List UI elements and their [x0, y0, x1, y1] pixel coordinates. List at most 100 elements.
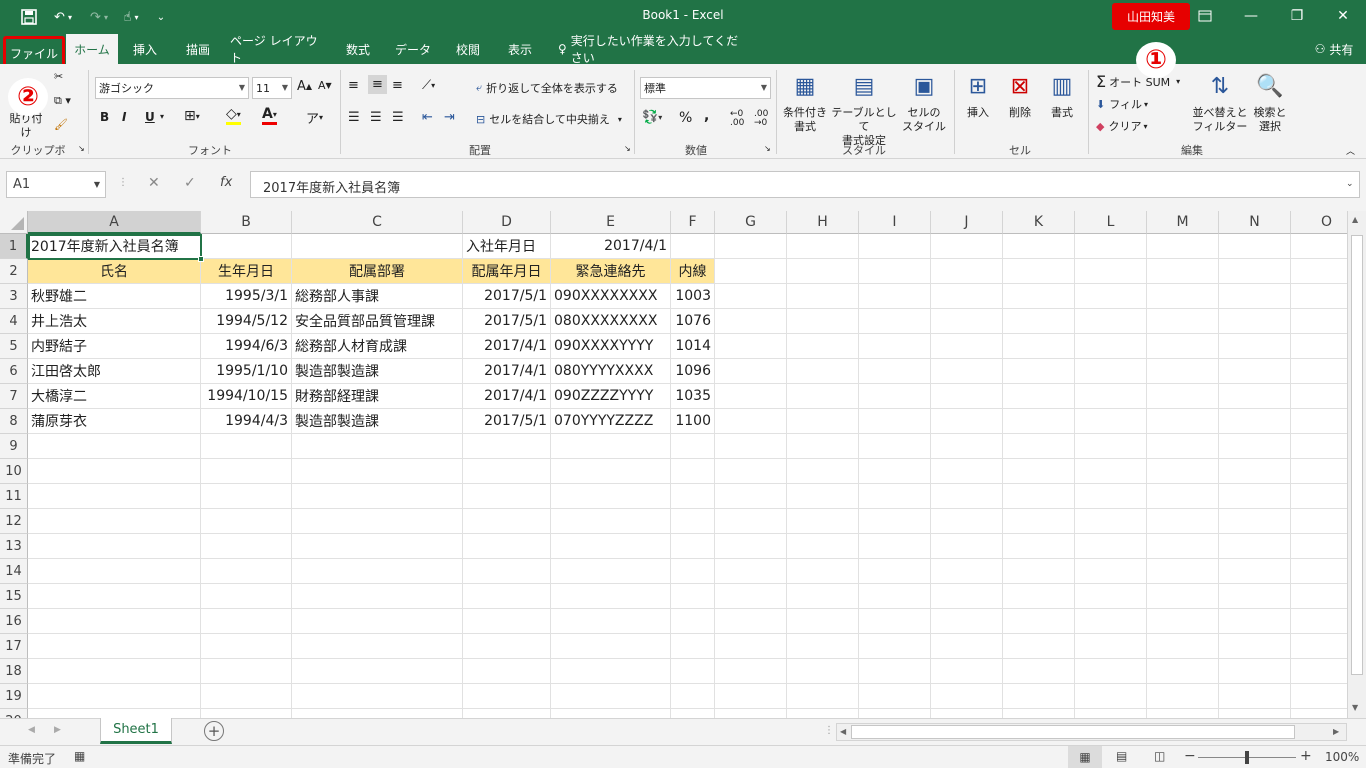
tab-review[interactable]: 校閲 [446, 34, 490, 64]
cell[interactable] [201, 609, 292, 634]
cell[interactable]: 2017/5/1 [463, 284, 551, 309]
cell[interactable] [551, 634, 671, 659]
cell[interactable] [931, 434, 1003, 459]
cell[interactable] [1003, 634, 1075, 659]
cell[interactable] [931, 309, 1003, 334]
cell[interactable] [1219, 534, 1291, 559]
cell[interactable] [1075, 534, 1147, 559]
cell[interactable] [1075, 434, 1147, 459]
cell[interactable] [1219, 334, 1291, 359]
column-header[interactable]: J [931, 211, 1003, 234]
cell[interactable]: 総務部人事課 [292, 284, 463, 309]
cell[interactable] [931, 234, 1003, 259]
restore-button[interactable]: ❐ [1274, 0, 1320, 32]
cell[interactable] [463, 534, 551, 559]
align-bottom-icon[interactable]: ≡ [392, 78, 403, 93]
zoom-out-icon[interactable]: − [1184, 748, 1196, 764]
cell[interactable] [1291, 509, 1347, 534]
prev-sheet-icon[interactable]: ◀ [28, 725, 35, 735]
cell[interactable] [671, 584, 715, 609]
cell[interactable]: 1014 [671, 334, 715, 359]
phonetic-icon[interactable]: ア ▾ [306, 108, 323, 127]
cell[interactable] [28, 684, 201, 709]
column-header[interactable]: M [1147, 211, 1219, 234]
cell[interactable] [859, 359, 931, 384]
align-top-icon[interactable]: ≡ [348, 78, 359, 93]
column-header[interactable]: O [1291, 211, 1347, 234]
cell[interactable] [787, 284, 859, 309]
cell[interactable] [1219, 634, 1291, 659]
cell[interactable] [463, 584, 551, 609]
cell[interactable] [1075, 459, 1147, 484]
cell[interactable] [715, 259, 787, 284]
cell[interactable] [1075, 684, 1147, 709]
cell[interactable]: 入社年月日 [463, 234, 551, 259]
cell[interactable]: 生年月日 [201, 259, 292, 284]
touch-mode-icon[interactable]: ☝ ▾ [116, 6, 146, 28]
sheet-tab-sheet1[interactable]: Sheet1 [100, 718, 172, 744]
cell[interactable] [292, 509, 463, 534]
cell[interactable] [1147, 334, 1219, 359]
cell[interactable]: 1995/1/10 [201, 359, 292, 384]
cell[interactable] [201, 634, 292, 659]
row-header[interactable]: 14 [0, 559, 28, 584]
merge-center-button[interactable]: ⊟ セルを結合して中央揃え ▾ [476, 111, 622, 127]
cell[interactable] [551, 709, 671, 718]
cell[interactable]: 090XXXXYYYY [551, 334, 671, 359]
cell[interactable] [1003, 484, 1075, 509]
cell[interactable] [1291, 609, 1347, 634]
insert-cells-button[interactable]: ⊞ 挿入 [958, 70, 998, 120]
cell[interactable] [671, 709, 715, 718]
bold-button[interactable]: B [100, 110, 109, 124]
cell[interactable]: 2017/5/1 [463, 309, 551, 334]
cell[interactable] [551, 584, 671, 609]
expand-formula-icon[interactable]: ⌄ [1346, 179, 1354, 189]
cell[interactable] [859, 284, 931, 309]
scroll-right-icon[interactable]: ▶ [1333, 727, 1339, 736]
cell[interactable] [1291, 434, 1347, 459]
column-header[interactable]: D [463, 211, 551, 234]
cell[interactable] [787, 234, 859, 259]
cell[interactable] [28, 634, 201, 659]
cell[interactable] [715, 709, 787, 718]
cell[interactable] [28, 534, 201, 559]
next-sheet-icon[interactable]: ▶ [54, 725, 61, 735]
fill-handle[interactable] [198, 256, 204, 262]
cell[interactable] [463, 459, 551, 484]
cell[interactable] [715, 234, 787, 259]
cell[interactable] [1219, 384, 1291, 409]
row-header[interactable]: 10 [0, 459, 28, 484]
increase-indent-icon[interactable]: ⇥ [444, 110, 455, 125]
cell[interactable] [1003, 559, 1075, 584]
cell[interactable] [1291, 559, 1347, 584]
column-header[interactable]: F [671, 211, 715, 234]
cell[interactable] [463, 659, 551, 684]
column-header[interactable]: L [1075, 211, 1147, 234]
cell[interactable] [931, 659, 1003, 684]
cell[interactable] [787, 484, 859, 509]
cell[interactable] [1075, 484, 1147, 509]
cell[interactable]: 1096 [671, 359, 715, 384]
cell[interactable] [463, 434, 551, 459]
horizontal-scrollbar[interactable]: ◀ ▶ [836, 723, 1347, 741]
cell[interactable] [715, 634, 787, 659]
font-size-combo[interactable]: 11 ▼ [252, 77, 292, 99]
cell[interactable] [1291, 234, 1347, 259]
dialog-launcher-icon[interactable]: ↘ [764, 144, 771, 153]
cell[interactable] [671, 609, 715, 634]
cell[interactable]: 1076 [671, 309, 715, 334]
cell[interactable] [1147, 559, 1219, 584]
cell[interactable] [463, 509, 551, 534]
cell[interactable] [1219, 684, 1291, 709]
name-box[interactable]: A1 ▼ [6, 171, 106, 198]
cell[interactable] [931, 484, 1003, 509]
row-header[interactable]: 18 [0, 659, 28, 684]
column-header[interactable]: K [1003, 211, 1075, 234]
formula-input[interactable]: 2017年度新入社員名簿 [250, 171, 1360, 198]
cell[interactable] [1003, 384, 1075, 409]
cell[interactable] [1147, 584, 1219, 609]
cell[interactable]: 1994/6/3 [201, 334, 292, 359]
cell[interactable] [715, 609, 787, 634]
cell[interactable] [292, 609, 463, 634]
cell[interactable]: 配属年月日 [463, 259, 551, 284]
